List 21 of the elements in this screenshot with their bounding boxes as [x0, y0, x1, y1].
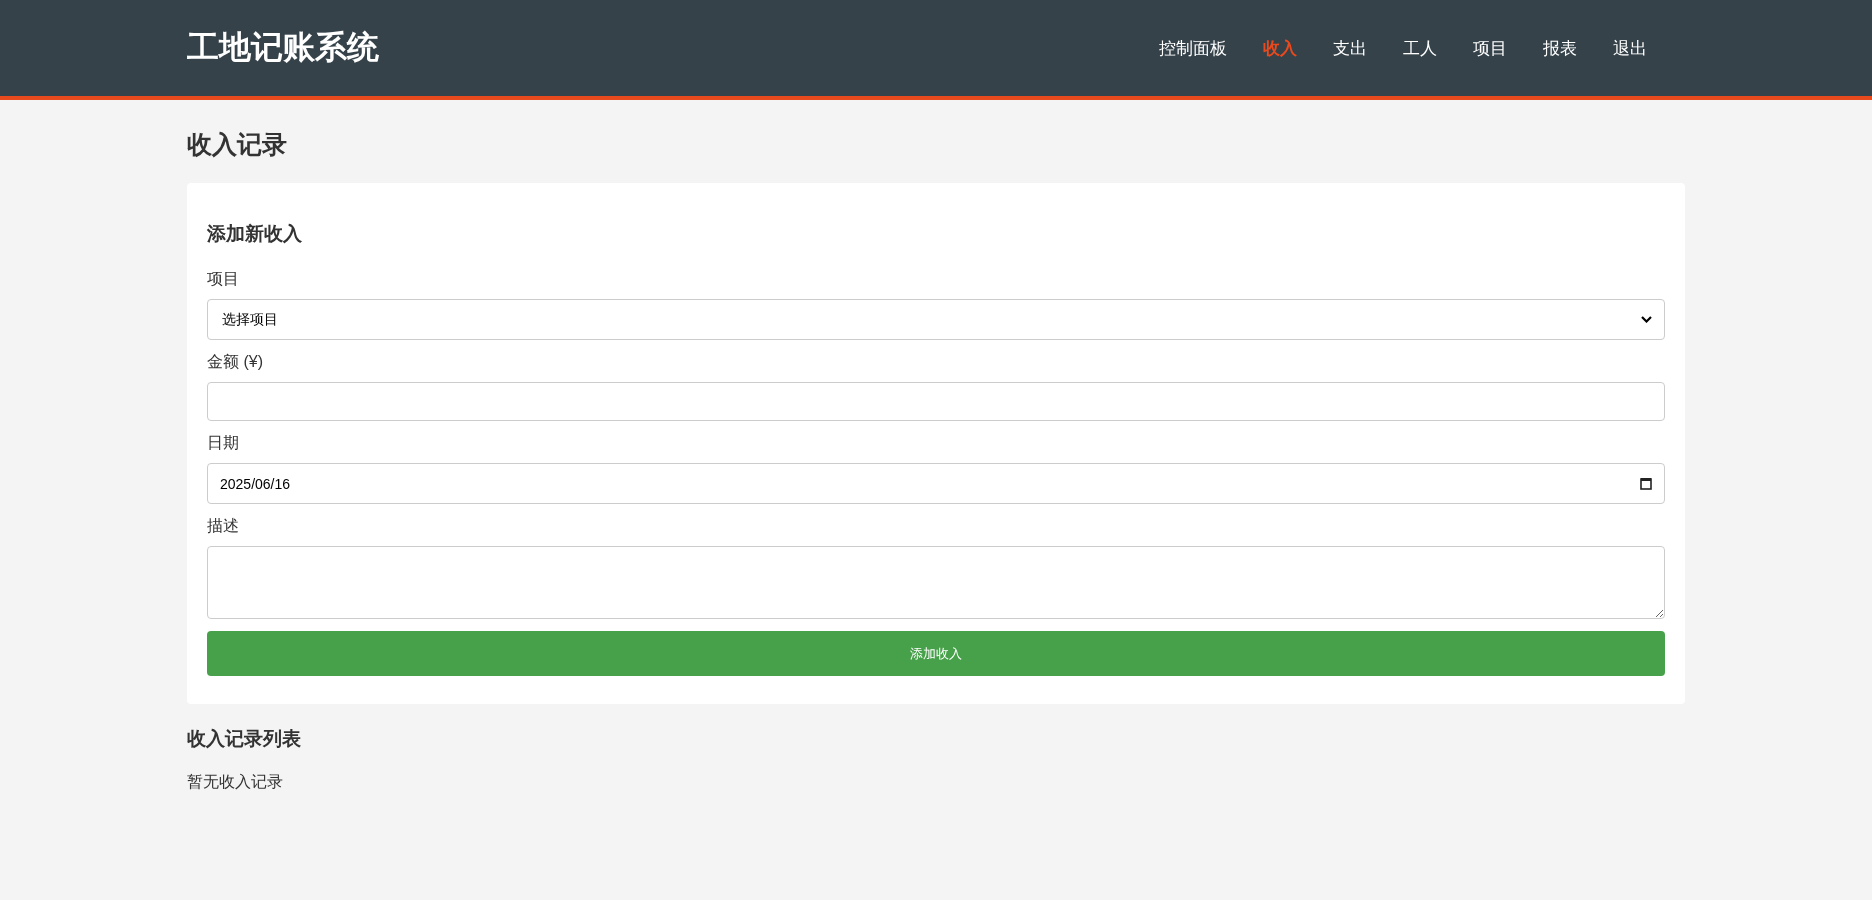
amount-input[interactable] [207, 382, 1665, 421]
nav-link[interactable]: 控制面板 [1141, 36, 1245, 60]
calendar-icon [1640, 477, 1652, 490]
form-title: 添加新收入 [207, 222, 303, 246]
description-textarea[interactable] [207, 546, 1665, 619]
empty-message: 暂无收入记录 [187, 772, 284, 792]
project-select[interactable]: 选择项目 [207, 299, 1665, 340]
app-logo: 工地记账系统 [187, 28, 379, 67]
page-title: 收入记录 [187, 129, 288, 160]
nav-link[interactable]: 退出 [1595, 36, 1665, 60]
nav-link[interactable]: 工人 [1385, 36, 1455, 60]
field-label: 金额 (¥) [207, 352, 263, 372]
nav-link[interactable]: 报表 [1525, 36, 1595, 60]
field-label: 项目 [207, 269, 239, 289]
date-input[interactable]: 2025/06/16 [207, 463, 1665, 504]
chevron-down-icon [1641, 316, 1652, 323]
nav-link[interactable]: 支出 [1315, 36, 1385, 60]
field-label: 日期 [207, 433, 239, 453]
list-title: 收入记录列表 [187, 727, 302, 751]
nav-link[interactable]: 项目 [1455, 36, 1525, 60]
field-label: 描述 [207, 516, 239, 536]
